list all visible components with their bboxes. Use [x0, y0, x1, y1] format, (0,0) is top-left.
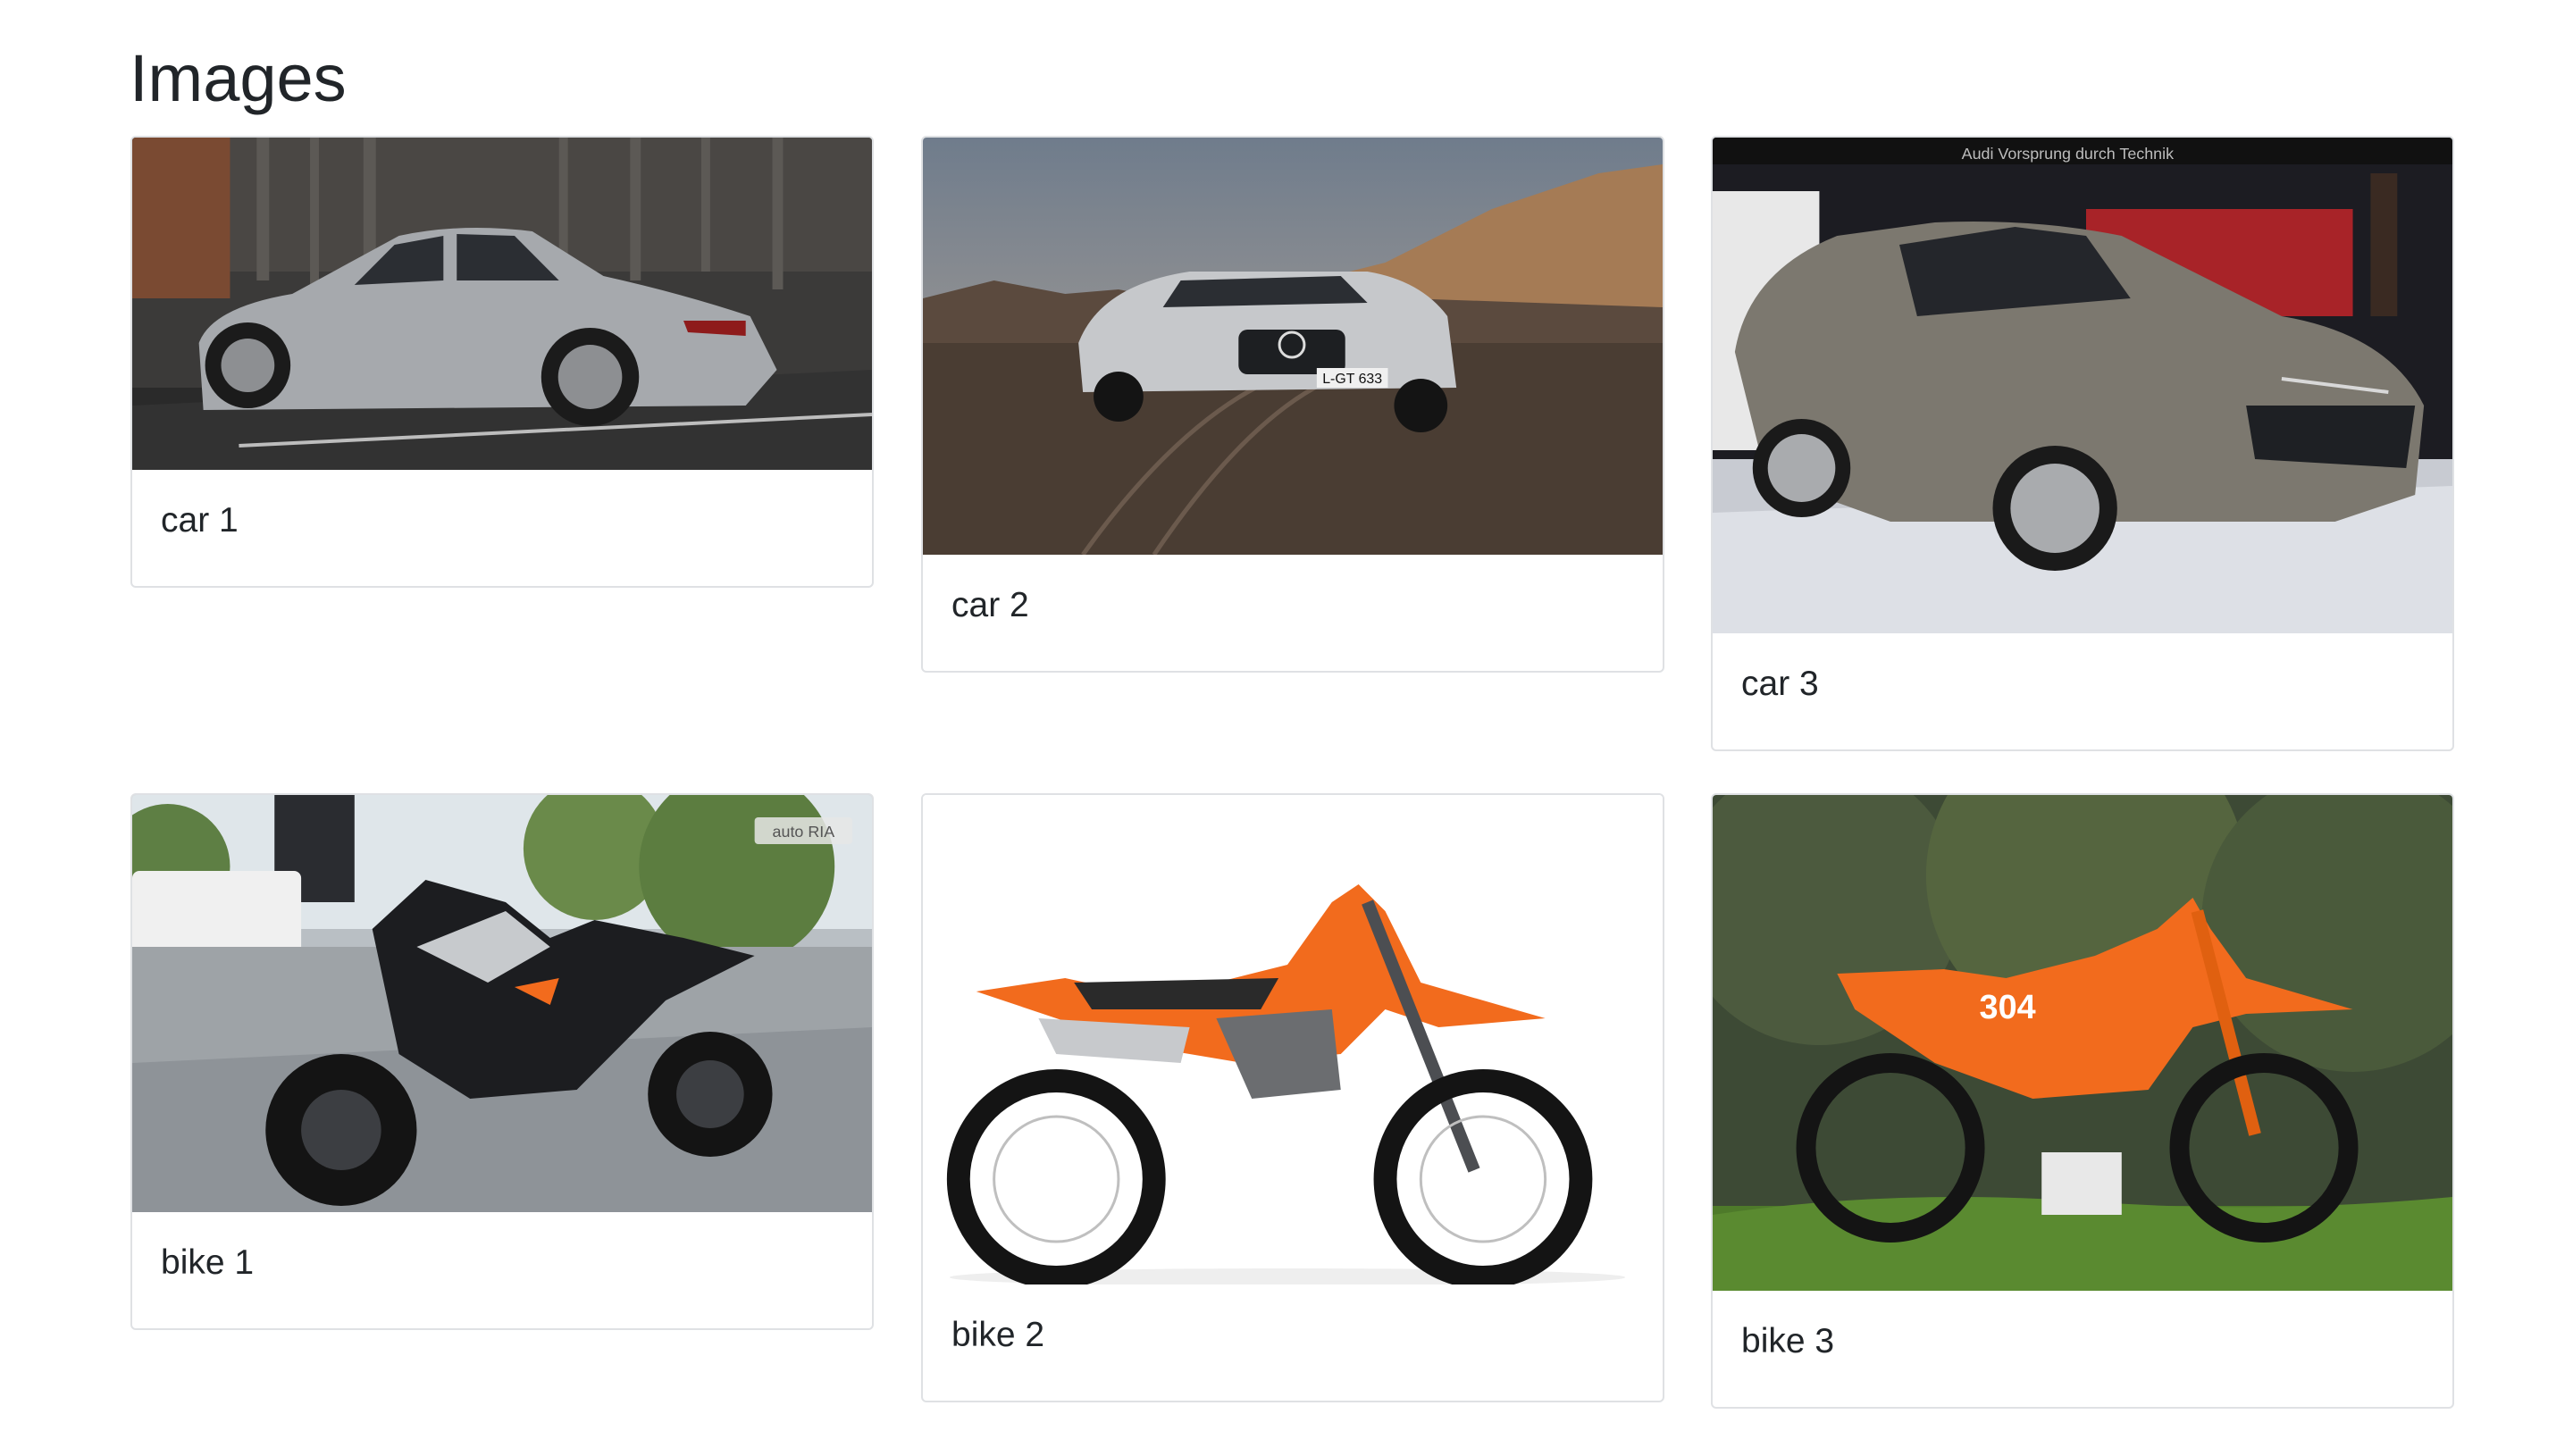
car-2-plate-text: L-GT 633: [1322, 372, 1382, 387]
card-image-car-2[interactable]: L-GT 633: [923, 138, 1663, 555]
image-card-car-1[interactable]: car 1: [130, 136, 874, 588]
image-card-car-2[interactable]: L-GT 633 car 2: [921, 136, 1664, 673]
card-title-car-3: car 3: [1741, 665, 1819, 703]
card-title-bike-3: bike 3: [1741, 1322, 1835, 1360]
car-3-banner-text: Audi Vorsprung durch Technik: [1962, 145, 2174, 163]
card-title-bike-2: bike 2: [951, 1316, 1045, 1354]
image-card-bike-3[interactable]: 304 bike 3: [1711, 793, 2454, 1409]
image-card-car-3[interactable]: Audi Vorsprung durch Technik car 3: [1711, 136, 2454, 751]
image-card-bike-2[interactable]: bike 2: [921, 793, 1664, 1402]
card-image-car-3[interactable]: Audi Vorsprung durch Technik: [1713, 138, 2452, 633]
image-card-bike-1[interactable]: auto RIA bike 1: [130, 793, 874, 1330]
bike-1-watermark-text: auto RIA: [773, 823, 835, 841]
card-image-bike-2[interactable]: [923, 795, 1663, 1284]
card-title-car-2: car 2: [951, 586, 1029, 624]
card-image-bike-1[interactable]: auto RIA: [132, 795, 872, 1212]
card-image-car-1[interactable]: [132, 138, 872, 470]
card-title-car-1: car 1: [161, 501, 239, 540]
card-title-bike-1: bike 1: [161, 1243, 255, 1282]
card-image-bike-3[interactable]: 304: [1713, 795, 2452, 1291]
bike-3-number-text: 304: [1980, 989, 2036, 1026]
page-title: Images: [130, 41, 347, 115]
